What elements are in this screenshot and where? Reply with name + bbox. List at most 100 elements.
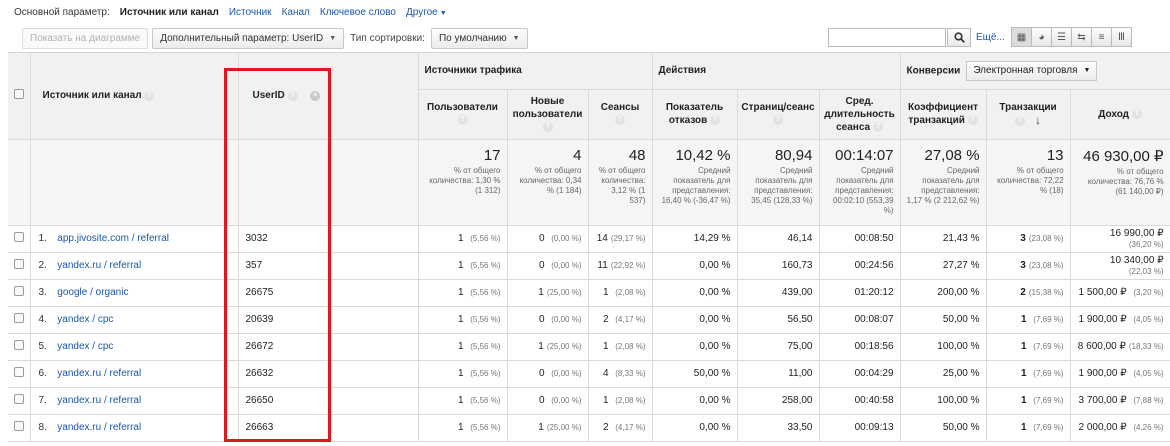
conversion-rate-cell: 50,00 % xyxy=(900,306,987,334)
row-select-cell xyxy=(8,252,31,280)
bounce-rate-cell: 0,00 % xyxy=(652,387,738,415)
source-medium-link[interactable]: yandex.ru / referral xyxy=(57,422,141,433)
help-icon[interactable]: ? xyxy=(542,121,553,132)
sort-type-dropdown[interactable]: По умолчанию ▼ xyxy=(430,27,528,49)
pages-per-session-cell: 56,50 xyxy=(737,306,820,334)
table-view-icon[interactable]: ▦ xyxy=(1011,27,1032,47)
report-toolbar: Показать на диаграмме Дополнительный пар… xyxy=(0,24,1170,52)
new-users-cell: 0 (0,00 %) xyxy=(507,225,589,253)
users-cell: 1 (5,56 %) xyxy=(418,252,508,280)
search-input[interactable] xyxy=(828,28,946,47)
row-checkbox[interactable] xyxy=(13,421,24,431)
pages-per-session-cell: 439,00 xyxy=(737,279,820,307)
header-pages-per-session[interactable]: Страниц/сеанс? xyxy=(737,89,820,140)
remove-dimension-icon[interactable]: × xyxy=(310,90,321,101)
row-number: 5. xyxy=(38,341,47,352)
revenue-cell: 1 900,00 ₽ (4,05 %) xyxy=(1070,360,1170,388)
header-new-users[interactable]: Новые пользователи? xyxy=(507,89,589,140)
pivot-view-icon[interactable]: Ⅲ xyxy=(1111,27,1132,47)
dimension-medium[interactable]: Канал xyxy=(282,7,310,18)
source-cell: 1. app.jivosite.com / referral xyxy=(30,225,239,253)
conversion-rate-cell: 21,43 % xyxy=(900,225,987,253)
users-cell: 1 (5,56 %) xyxy=(418,306,508,334)
header-conversion-rate[interactable]: Коэффициент транзакций ? xyxy=(900,89,987,140)
source-medium-link[interactable]: yandex / cpc xyxy=(57,314,113,325)
select-all-checkbox[interactable] xyxy=(13,89,24,100)
header-sessions[interactable]: Сеансы? xyxy=(588,89,653,140)
chevron-down-icon: ▼ xyxy=(512,34,520,42)
chevron-down-icon: ▼ xyxy=(329,34,337,42)
summary-avg-duration: 00:14:07 Средний показатель для представл… xyxy=(819,139,901,226)
performance-view-icon[interactable]: ☰ xyxy=(1051,27,1072,47)
secondary-dimension-dropdown[interactable]: Дополнительный параметр: UserID ▼ xyxy=(152,27,345,49)
help-icon[interactable]: ? xyxy=(872,121,883,132)
row-number: 3. xyxy=(38,287,47,298)
comparison-view-icon[interactable]: ⇆ xyxy=(1071,27,1092,47)
users-cell: 1 (5,56 %) xyxy=(418,333,508,361)
conversion-rate-cell: 100,00 % xyxy=(900,333,987,361)
header-users[interactable]: Пользователи? xyxy=(418,89,508,140)
help-icon[interactable]: ? xyxy=(773,115,783,126)
source-medium-link[interactable]: yandex.ru / referral xyxy=(57,368,141,379)
pie-view-icon[interactable]: ◕ xyxy=(1031,27,1052,47)
help-icon[interactable]: ? xyxy=(144,90,155,101)
users-cell: 1 (5,56 %) xyxy=(418,225,508,253)
advanced-search-link[interactable]: Ещё... xyxy=(976,32,1005,43)
summary-empty xyxy=(238,139,419,226)
conversion-type-dropdown[interactable]: Электронная торговля ▼ xyxy=(966,60,1098,81)
dimension-keyword[interactable]: Ключевое слово xyxy=(320,7,396,18)
help-icon[interactable]: ? xyxy=(287,90,298,101)
header-avg-session-duration[interactable]: Сред. длительность сеанса ? xyxy=(819,89,901,140)
help-icon[interactable]: ? xyxy=(1131,108,1142,119)
source-cell: 4. yandex / cpc xyxy=(30,306,239,334)
summary-revenue: 46 930,00 ₽% от общего количества: 76,76… xyxy=(1070,139,1170,226)
dimension-source[interactable]: Источник xyxy=(229,7,272,18)
conversion-rate-cell: 100,00 % xyxy=(900,387,987,415)
bounce-rate-cell: 50,00 % xyxy=(652,360,738,388)
new-users-cell: 1 (25,00 %) xyxy=(507,279,589,307)
dimension-other[interactable]: Другое ▼ xyxy=(406,7,447,18)
help-icon[interactable]: ? xyxy=(967,115,978,126)
row-checkbox[interactable] xyxy=(13,313,24,323)
pages-per-session-cell: 11,00 xyxy=(737,360,820,388)
summary-empty xyxy=(30,139,239,226)
sort-descending-icon[interactable]: ↓ xyxy=(1035,113,1041,127)
table-row: 5. yandex / cpc 26672 1 (5,56 %) 1 (25,00 … xyxy=(8,333,1170,361)
header-userid[interactable]: UserID ? × xyxy=(238,53,419,140)
userid-cell: 26632 xyxy=(238,360,419,388)
help-icon[interactable]: ? xyxy=(615,115,625,126)
header-source-medium[interactable]: Источник или канал ? xyxy=(30,53,239,140)
row-checkbox[interactable] xyxy=(13,367,24,377)
source-medium-link[interactable]: yandex / cpc xyxy=(57,341,113,352)
users-cell: 1 (5,56 %) xyxy=(418,279,508,307)
bounce-rate-cell: 0,00 % xyxy=(652,252,738,280)
summary-pages-per-session: 80,94 Средний показатель для представлени… xyxy=(737,139,820,226)
userid-cell: 26675 xyxy=(238,279,419,307)
row-checkbox[interactable] xyxy=(13,340,24,350)
row-checkbox[interactable] xyxy=(13,286,24,296)
header-transactions[interactable]: Транзакции? ↓ xyxy=(986,89,1071,140)
plot-rows-button[interactable]: Показать на диаграмме xyxy=(22,27,149,49)
row-number: 6. xyxy=(38,368,47,379)
source-medium-link[interactable]: app.jivosite.com / referral xyxy=(57,233,169,244)
help-icon[interactable]: ? xyxy=(1015,115,1026,126)
userid-cell: 26672 xyxy=(238,333,419,361)
header-bounce-rate[interactable]: Показатель отказов ? xyxy=(652,89,738,140)
source-medium-link[interactable]: yandex.ru / referral xyxy=(57,395,141,406)
row-checkbox[interactable] xyxy=(13,259,24,269)
help-icon[interactable]: ? xyxy=(457,115,468,126)
header-revenue[interactable]: Доход ? xyxy=(1070,89,1170,140)
sessions-cell: 14 (29,17 %) xyxy=(588,225,653,253)
table-row: 6. yandex.ru / referral 26632 1 (5,56 %) … xyxy=(8,360,1170,388)
row-checkbox[interactable] xyxy=(13,394,24,404)
row-checkbox[interactable] xyxy=(13,232,24,242)
source-medium-link[interactable]: google / organic xyxy=(57,287,128,298)
term-cloud-icon[interactable]: ≡ xyxy=(1091,27,1112,47)
transactions-cell: 1 (7,69 %) xyxy=(986,414,1071,442)
table-row: 2. yandex.ru / referral 357 1 (5,56 %) 0(… xyxy=(8,252,1170,280)
search-button[interactable] xyxy=(947,28,971,47)
dimension-source-medium[interactable]: Источник или канал xyxy=(120,7,219,18)
source-medium-link[interactable]: yandex.ru / referral xyxy=(57,260,141,271)
help-icon[interactable]: ? xyxy=(710,115,721,126)
transactions-cell: 2 (15,38 %) xyxy=(986,279,1071,307)
